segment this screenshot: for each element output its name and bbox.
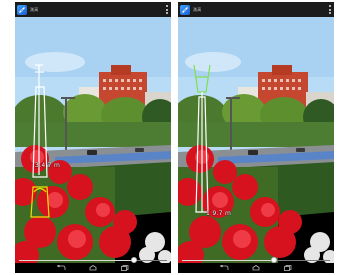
overflow-menu-icon[interactable]: [166, 5, 168, 14]
slider-fill: [182, 260, 274, 261]
height-readout: 1 9.7 m: [206, 210, 232, 217]
app-title: 測高: [30, 6, 39, 12]
recents-icon[interactable]: [119, 264, 131, 272]
back-icon[interactable]: [218, 264, 230, 272]
ruler-icon[interactable]: [180, 4, 190, 15]
home-icon[interactable]: [250, 264, 262, 272]
camera-preview[interactable]: [178, 17, 334, 263]
camera-preview[interactable]: [15, 17, 171, 263]
screen-left: 測高 3.4 7 m: [15, 2, 171, 273]
action-bar: 測高: [15, 2, 171, 17]
action-bar: 測高: [178, 2, 334, 17]
app-title: 測高: [193, 6, 202, 12]
back-icon[interactable]: [55, 264, 67, 272]
slider-fill: [19, 260, 135, 261]
screen-right: 測高 1 9.7 m: [178, 2, 334, 273]
ruler-icon[interactable]: [17, 4, 27, 15]
recents-icon[interactable]: [282, 264, 294, 272]
navigation-bar: [15, 263, 171, 273]
overflow-menu-icon[interactable]: [329, 5, 331, 14]
navigation-bar: [178, 263, 334, 273]
zoom-slider[interactable]: [182, 260, 330, 261]
zoom-slider[interactable]: [19, 260, 167, 261]
height-readout: 3.4 7 m: [35, 162, 61, 169]
home-icon[interactable]: [87, 264, 99, 272]
